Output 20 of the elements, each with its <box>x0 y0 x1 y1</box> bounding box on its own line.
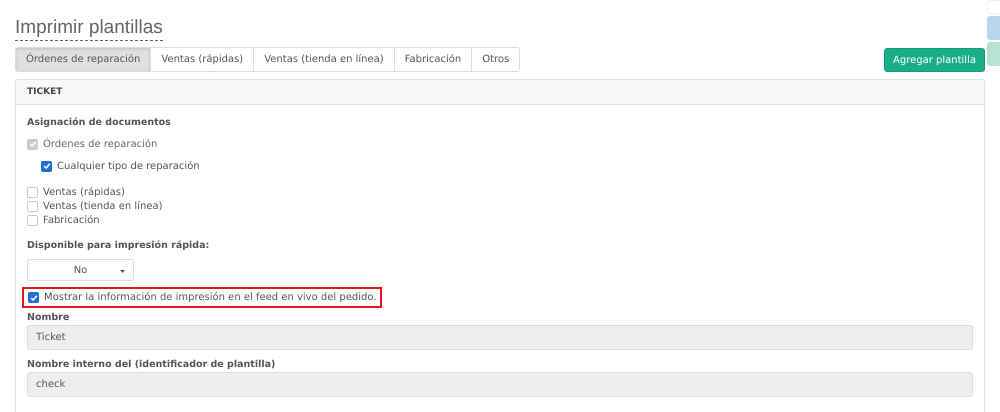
checkbox[interactable] <box>28 292 39 303</box>
page-title: Imprimir plantillas <box>15 16 163 41</box>
tab[interactable]: Órdenes de reparación <box>16 48 152 71</box>
checkbox-label: Ventas (rápidas) <box>43 186 125 198</box>
text-field[interactable]: check <box>27 372 973 397</box>
field-label: Nombre <box>27 312 70 323</box>
section-label: Asignación de documentos <box>27 117 172 128</box>
checkbox-label: Cualquier tipo de reparación <box>57 160 200 172</box>
caret-icon <box>120 270 125 273</box>
checkbox-label: Órdenes de reparación <box>43 138 158 150</box>
field-label: Nombre interno del (identificador de plantilla) <box>27 359 276 370</box>
side-tab[interactable] <box>987 16 1000 40</box>
checkbox-label: Fabricación <box>43 214 100 226</box>
field-label: Disponible para impresión rápida: <box>27 240 210 251</box>
text-field[interactable]: Ticket <box>27 325 973 350</box>
panel-title: TICKET <box>16 80 984 105</box>
checkbox-label: Mostrar la información de impresión en el feed en vivo del pedido. <box>44 292 376 303</box>
quick-print-dropdown[interactable]: No <box>27 259 134 281</box>
side-tab[interactable] <box>987 42 1000 66</box>
checkbox-label: Ventas (tienda en línea) <box>43 200 162 212</box>
